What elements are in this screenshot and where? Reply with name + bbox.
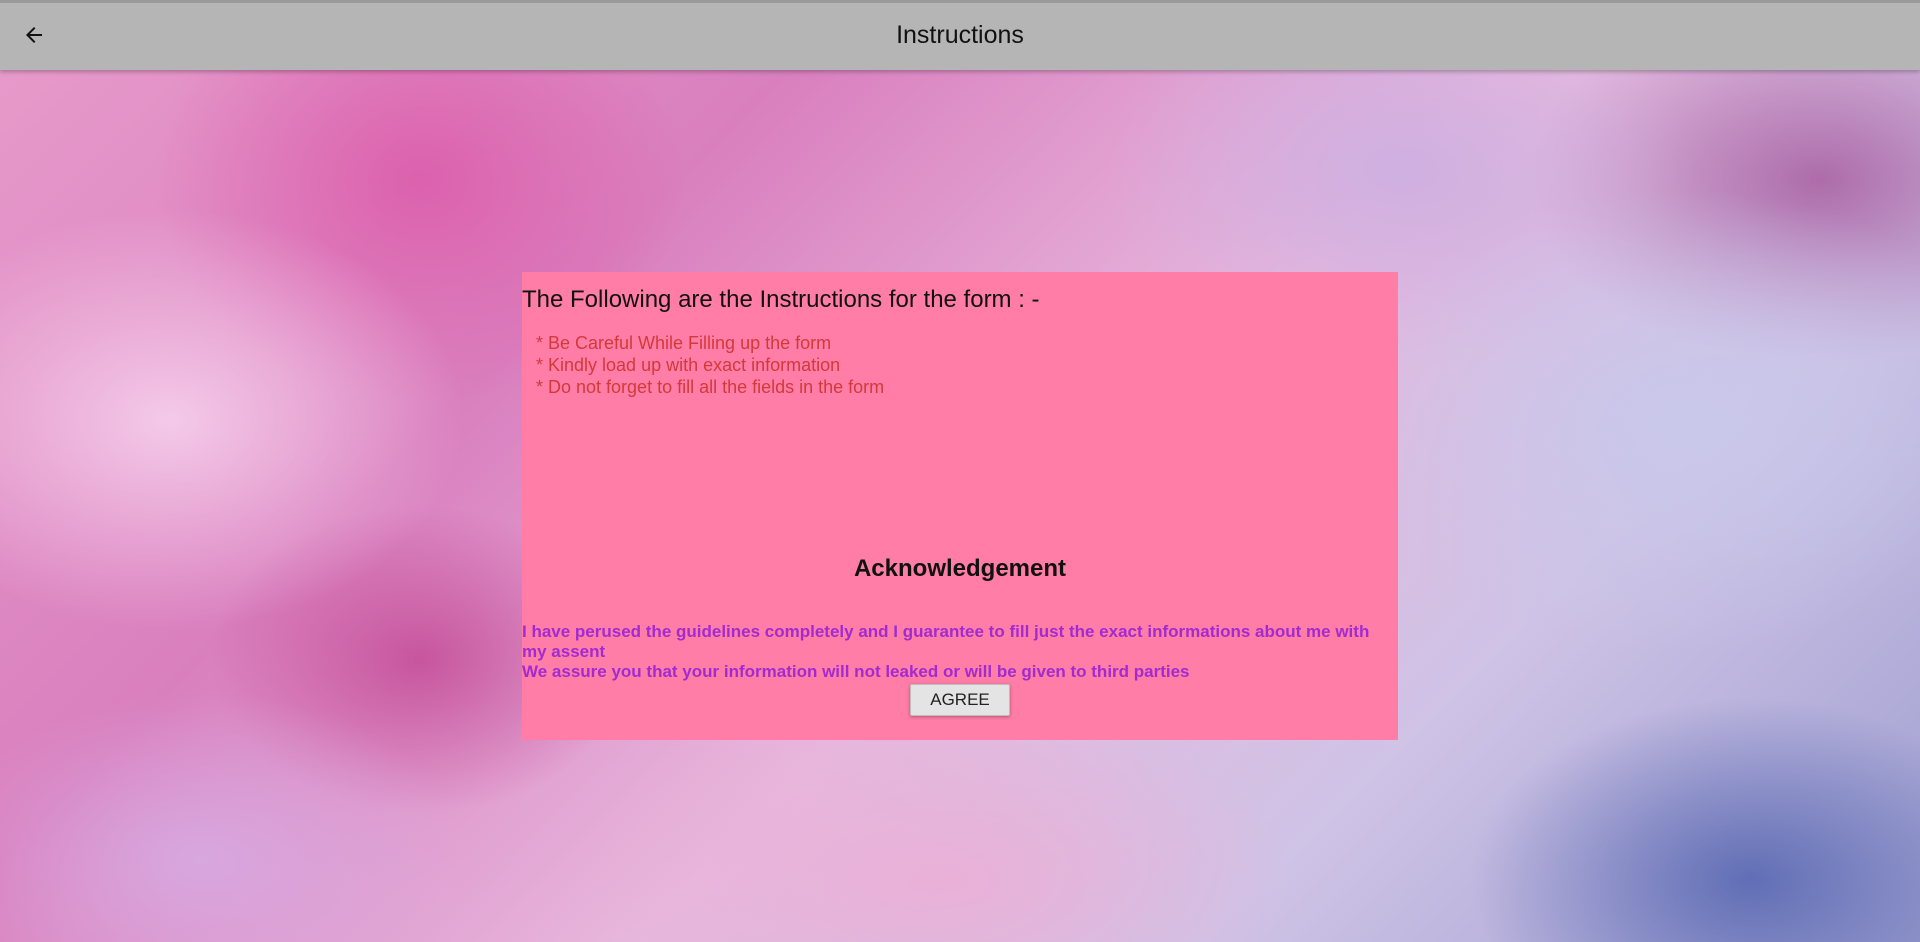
app-bar: Instructions	[0, 0, 1920, 70]
instructions-card: The Following are the Instructions for t…	[522, 272, 1398, 740]
acknowledgement-title: Acknowledgement	[853, 555, 1067, 582]
acknowledgement-line: We assure you that your information will…	[522, 662, 1190, 681]
instruction-list: * Be Careful While Filling up the form *…	[536, 332, 884, 398]
instruction-item: * Kindly load up with exact information	[536, 355, 841, 375]
agree-button[interactable]: AGREE	[910, 684, 1010, 716]
acknowledgement-text: I have perused the guidelines completely…	[522, 622, 1398, 682]
instruction-item: * Do not forget to fill all the fields i…	[536, 377, 885, 397]
instruction-item: * Be Careful While Filling up the form	[536, 333, 832, 353]
acknowledgement-line: I have perused the guidelines completely…	[522, 622, 1370, 661]
instructions-heading: The Following are the Instructions for t…	[522, 286, 1040, 313]
page-title: Instructions	[896, 21, 1024, 49]
